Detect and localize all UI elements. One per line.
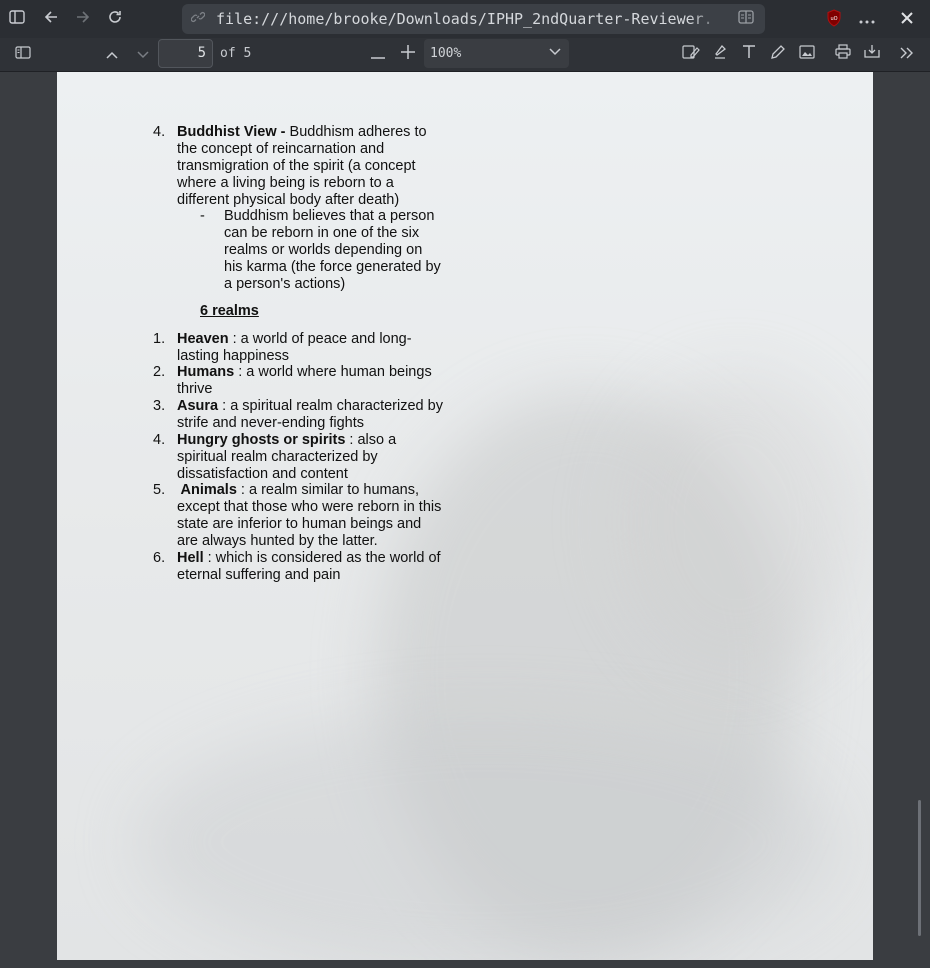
- text-icon[interactable]: [738, 44, 760, 66]
- url-text[interactable]: file:///home/brooke/Downloads/IPHP_2ndQu…: [216, 10, 721, 28]
- sidebar-toggle-icon[interactable]: [7, 9, 27, 29]
- item-number: 6.: [153, 550, 166, 566]
- save-icon[interactable]: [861, 44, 883, 66]
- svg-text:uO: uO: [830, 16, 837, 22]
- pdf-page: 4. Buddhist View - Buddhism adheres to t…: [57, 72, 873, 960]
- ublock-icon[interactable]: uO: [824, 9, 844, 29]
- item-number: 4.: [153, 124, 166, 140]
- bullet-dash: -: [200, 208, 205, 224]
- realm-name: Hell: [177, 550, 204, 566]
- item-number: 2.: [153, 364, 166, 380]
- page-total-label: of 5: [220, 46, 252, 61]
- item-body: Asura : a spiritual realm characterized …: [177, 398, 445, 432]
- background-shape: [137, 712, 837, 960]
- url-fade: [689, 6, 725, 32]
- realm-desc: : which is considered as the world of et…: [177, 550, 441, 583]
- highlight-icon[interactable]: [709, 44, 731, 66]
- realm-name: Asura: [177, 398, 219, 414]
- reader-mode-icon[interactable]: [736, 9, 756, 29]
- previous-page-icon[interactable]: [101, 44, 123, 66]
- realm-name: Heaven: [177, 331, 229, 347]
- realm-name: Humans: [177, 364, 235, 380]
- browser-toolbar: file:///home/brooke/Downloads/IPHP_2ndQu…: [0, 0, 930, 38]
- pdf-viewer[interactable]: 4. Buddhist View - Buddhism adheres to t…: [0, 72, 930, 968]
- zoom-select[interactable]: 100%: [424, 39, 569, 68]
- item-number: 3.: [153, 398, 166, 414]
- zoom-value: 100%: [430, 46, 462, 61]
- realms-heading: 6 realms: [200, 303, 259, 319]
- more-tools-icon[interactable]: [896, 44, 918, 66]
- background-shape: [617, 372, 857, 672]
- sign-icon[interactable]: [680, 44, 702, 66]
- item-body: Animals : a realm similar to humans, exc…: [177, 482, 445, 550]
- zoom-out-icon[interactable]: [367, 44, 389, 66]
- zoom-in-icon[interactable]: [397, 44, 419, 66]
- close-icon[interactable]: [897, 9, 917, 29]
- pdf-toolbar: 5 of 5 100%: [0, 38, 930, 72]
- reload-icon[interactable]: [105, 9, 125, 29]
- item-number: 4.: [153, 432, 166, 448]
- realm-name: Animals: [177, 482, 237, 498]
- image-icon[interactable]: [796, 44, 818, 66]
- back-icon[interactable]: [41, 9, 61, 29]
- item-body: Hell : which is considered as the world …: [177, 550, 445, 584]
- sub-bullet-text: Buddhism believes that a person can be r…: [224, 208, 441, 292]
- link-icon: [188, 9, 208, 29]
- item-body: Heaven : a world of peace and long-lasti…: [177, 331, 445, 365]
- draw-icon[interactable]: [767, 44, 789, 66]
- forward-icon[interactable]: [73, 9, 93, 29]
- item-body: Buddhist View - Buddhism adheres to the …: [177, 124, 445, 209]
- print-icon[interactable]: [832, 44, 854, 66]
- scrollbar-thumb[interactable]: [918, 800, 921, 936]
- item-body: Humans : a world where human beings thri…: [177, 364, 445, 398]
- url-bar[interactable]: file:///home/brooke/Downloads/IPHP_2ndQu…: [182, 4, 765, 34]
- page-number-input[interactable]: 5: [158, 39, 213, 68]
- item-number: 1.: [153, 331, 166, 347]
- chevron-down-icon: [549, 44, 561, 59]
- item-title: Buddhist View -: [177, 124, 286, 140]
- more-icon[interactable]: [857, 9, 877, 29]
- next-page-icon[interactable]: [132, 44, 154, 66]
- realm-name: Hungry ghosts or spirits: [177, 432, 346, 448]
- pdf-sidebar-icon[interactable]: [12, 44, 34, 66]
- item-body: Hungry ghosts or spirits : also a spirit…: [177, 432, 445, 483]
- item-number: 5.: [153, 482, 166, 498]
